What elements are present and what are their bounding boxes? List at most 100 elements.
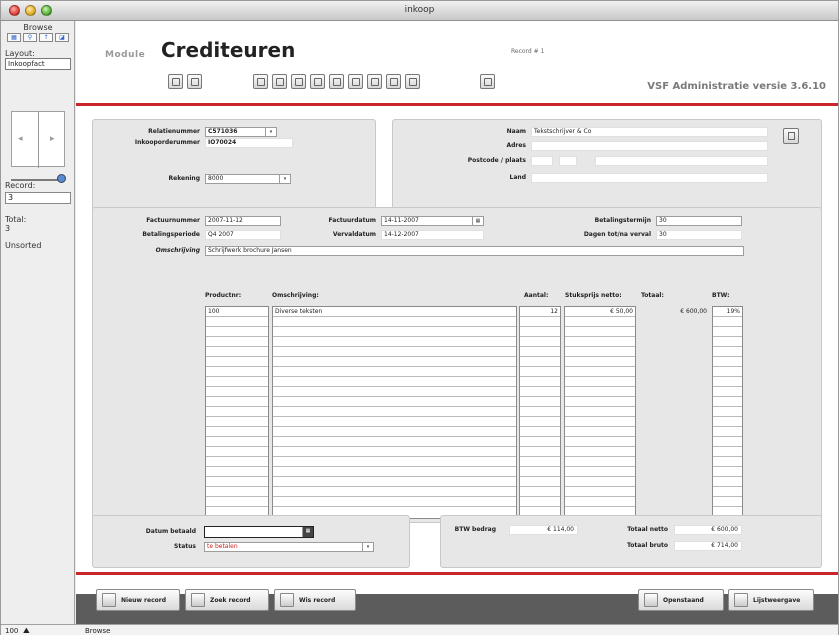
stuksprijs-cell[interactable]: € 50,00 — [565, 307, 635, 317]
aantal-column: 12 — [519, 306, 561, 519]
column-header-omschrijving: Omschrijving: — [272, 292, 319, 299]
module-name: Crediteuren — [161, 38, 296, 62]
mode-label: Browse — [23, 23, 53, 32]
header-divider — [76, 103, 838, 106]
module-header: Module Crediteuren Record # 1 VSF Admini… — [76, 21, 838, 103]
find-mode-icon[interactable]: ⚲ — [23, 33, 37, 42]
new-record-button[interactable]: Nieuw record — [96, 589, 180, 611]
relation-card-button[interactable] — [783, 128, 799, 144]
record-number-input[interactable]: 3 — [5, 192, 71, 204]
naam-field[interactable]: Tekstschrijver & Co — [531, 127, 768, 137]
contacts-module-button[interactable] — [253, 74, 268, 89]
first-record-button[interactable] — [168, 74, 183, 89]
previous-record-button[interactable] — [187, 74, 202, 89]
sort-state: Unsorted — [5, 241, 42, 250]
dagen-field[interactable]: 30 — [656, 230, 742, 240]
delete-record-button[interactable]: Wis record — [274, 589, 356, 611]
record-slider-handle[interactable] — [57, 174, 66, 183]
next-record-icon[interactable]: ▸ — [50, 134, 55, 144]
betalingsperiode-label: Betalingsperiode — [142, 231, 200, 238]
btw-column: 19% — [712, 306, 743, 519]
totaal-netto-label: Totaal netto — [627, 526, 668, 533]
datum-betaald-label: Datum betaald — [145, 528, 196, 535]
zoom-level[interactable]: 100 — [5, 627, 18, 635]
factuurnummer-field[interactable]: 2007-11-12 — [205, 216, 281, 226]
openstaand-button[interactable]: Openstaand — [638, 589, 724, 611]
footer-divider — [76, 572, 838, 575]
totaal-netto-field: € 600,00 — [674, 525, 742, 535]
previous-record-icon[interactable]: ◂ — [18, 134, 23, 144]
calendar-icon[interactable]: ▦ — [302, 527, 313, 537]
betalingsperiode-field[interactable]: Q4 2007 — [205, 230, 281, 240]
status-field[interactable]: te betalen ▾ — [204, 542, 374, 552]
btw-bedrag-label: BTW bedrag — [454, 526, 496, 533]
calendar-icon[interactable]: ▦ — [472, 217, 483, 225]
new-record-icon — [102, 593, 116, 607]
column-header-stuksprijs: Stuksprijs netto: — [565, 292, 622, 299]
betalingstermijn-field[interactable]: 30 — [656, 216, 742, 226]
window-title: inkoop — [404, 5, 435, 15]
browse-mode-icon[interactable]: ▦ — [7, 33, 21, 42]
postcode-number-field[interactable] — [531, 156, 553, 166]
omschrijving-field[interactable]: Schrijfwerk brochure Jansen — [205, 246, 744, 256]
crediteuren-module-button[interactable] — [291, 74, 306, 89]
version-label: VSF Administratie versie 3.6.10 — [647, 81, 826, 92]
totaal-cell: € 600,00 — [680, 308, 707, 315]
debiteuren-module-button[interactable] — [272, 74, 287, 89]
main-layout: Module Crediteuren Record # 1 VSF Admini… — [76, 21, 838, 635]
inkoop-module-button[interactable] — [310, 74, 325, 89]
land-field[interactable] — [531, 173, 768, 183]
layout-select[interactable]: Inkoopfact — [5, 58, 71, 70]
omschrijving-cell[interactable]: Diverse teksten — [273, 307, 516, 317]
bank-module-button[interactable] — [348, 74, 363, 89]
inkoopordernummer-label: Inkooporderummer — [134, 139, 200, 146]
omschrijving-column: Diverse teksten — [272, 306, 517, 519]
verkoop-module-button[interactable] — [329, 74, 344, 89]
lijstweergave-button[interactable]: Lijstweergave — [728, 589, 814, 611]
adres-field[interactable] — [531, 141, 768, 151]
totaal-bruto-label: Totaal bruto — [626, 542, 668, 549]
relatienummer-field[interactable]: C571036 ▾ — [205, 127, 277, 137]
list-view-icon — [734, 593, 748, 607]
record-number: Record # 1 — [511, 48, 545, 55]
kas-module-button[interactable] — [367, 74, 382, 89]
datum-betaald-field[interactable]: ▦ — [204, 526, 314, 538]
sort-icon[interactable]: ↑ — [39, 33, 53, 42]
rapport-module-button[interactable] — [405, 74, 420, 89]
layout-mode-icon[interactable]: ◪ — [55, 33, 69, 42]
bottom-status-bar: 100 ⛰ Browse — [1, 624, 838, 635]
factuurnummer-label: Factuurnummer — [146, 217, 200, 224]
stuksprijs-column: € 50,00 — [564, 306, 636, 519]
openstaand-icon — [644, 593, 658, 607]
settings-module-button[interactable] — [480, 74, 495, 89]
naam-label: Naam — [506, 128, 526, 135]
inkoopordernummer-field[interactable]: IO70024 — [205, 138, 293, 148]
bottom-mode-label: Browse — [85, 627, 111, 635]
chevron-down-icon[interactable]: ▾ — [265, 128, 276, 136]
chevron-down-icon[interactable]: ▾ — [362, 543, 373, 551]
factuurdatum-field[interactable]: 14-11-2007 ▦ — [381, 216, 484, 226]
land-label: Land — [509, 174, 526, 181]
find-record-button[interactable]: Zoek record — [185, 589, 269, 611]
postcode-letters-field[interactable] — [559, 156, 577, 166]
productnr-cell[interactable]: 100 — [206, 307, 268, 317]
relatienummer-label: Relatienummer — [148, 128, 200, 135]
zoom-mountains-icon[interactable]: ⛰ — [23, 626, 30, 635]
record-book-icon[interactable]: ◂ ▸ — [11, 111, 65, 168]
aantal-cell[interactable]: 12 — [520, 307, 560, 317]
productnr-column: 100 — [205, 306, 269, 519]
adres-label: Adres — [506, 142, 526, 149]
rekening-label: Rekening — [168, 175, 200, 182]
status-toolbar: ▦ ⚲ ↑ ◪ — [7, 33, 69, 43]
chevron-down-icon[interactable]: ▾ — [279, 175, 290, 183]
delete-record-icon — [280, 593, 294, 607]
layout-label: Layout: — [5, 49, 35, 58]
btw-cell[interactable]: 19% — [713, 307, 742, 317]
vervaldatum-field[interactable]: 14-12-2007 — [381, 230, 484, 240]
rekening-field[interactable]: 8000 ▾ — [205, 174, 291, 184]
column-header-totaal: Totaal: — [641, 292, 664, 299]
module-word: Module — [105, 50, 146, 60]
find-record-icon — [191, 593, 205, 607]
memoriaal-module-button[interactable] — [386, 74, 401, 89]
plaats-field[interactable] — [595, 156, 768, 166]
